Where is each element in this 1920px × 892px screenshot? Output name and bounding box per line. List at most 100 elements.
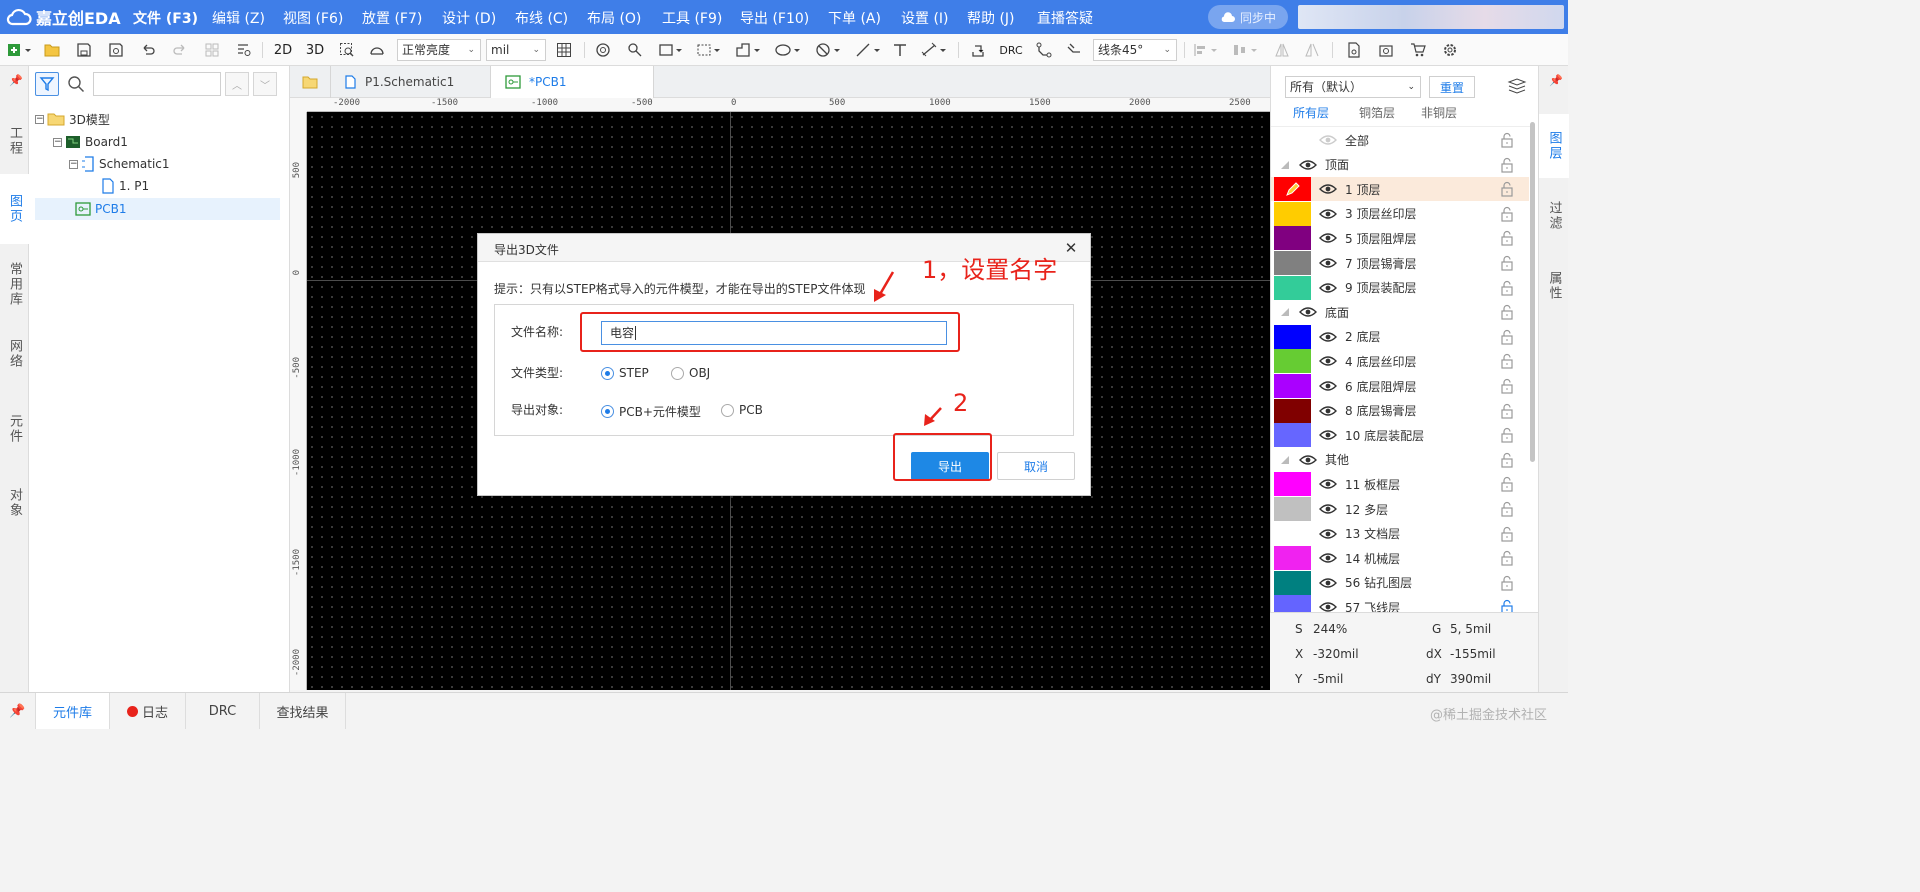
- pin-icon[interactable]: 📌: [9, 74, 23, 87]
- sync-button[interactable]: 同步中: [1208, 5, 1288, 29]
- layer-tab-copper[interactable]: 铜箔层: [1359, 104, 1395, 121]
- tree-item-board1[interactable]: − Board1: [53, 131, 128, 153]
- layer-row[interactable]: 2 底层: [1271, 324, 1529, 349]
- align-button[interactable]: [1190, 38, 1222, 62]
- lock-icon[interactable]: [1499, 476, 1515, 492]
- route-tool-button[interactable]: [1032, 38, 1056, 62]
- eye-icon[interactable]: [1319, 232, 1337, 244]
- reset-button[interactable]: 重置: [1429, 76, 1475, 98]
- menu-settings[interactable]: 设置 (I): [901, 8, 949, 28]
- tab-properties[interactable]: 属性: [1539, 254, 1569, 318]
- layer-color-swatch[interactable]: [1274, 472, 1311, 497]
- eye-icon[interactable]: [1319, 577, 1337, 589]
- layer-row[interactable]: 13 文档层: [1271, 521, 1529, 546]
- save-button[interactable]: [72, 38, 96, 62]
- prev-result-button[interactable]: ︿: [225, 72, 249, 96]
- tab-pages[interactable]: 图页: [0, 174, 29, 244]
- tree-item-schematic1[interactable]: − Schematic1: [69, 153, 170, 175]
- layer-row[interactable]: 7 顶层锡膏层: [1271, 251, 1529, 275]
- tree-item-3d-models[interactable]: − 3D模型: [35, 108, 110, 130]
- lock-icon[interactable]: [1499, 304, 1515, 320]
- tab-pcb1[interactable]: *PCB1: [490, 66, 654, 98]
- eye-icon[interactable]: [1319, 429, 1337, 441]
- lock-icon[interactable]: [1499, 452, 1515, 468]
- menu-live-qa[interactable]: 直播答疑: [1037, 8, 1093, 28]
- layer-group-top[interactable]: 顶面: [1271, 153, 1529, 177]
- tab-nets[interactable]: 网络: [0, 322, 29, 386]
- menu-view[interactable]: 视图 (F6): [283, 8, 343, 28]
- layer-row[interactable]: 9 顶层装配层: [1271, 275, 1529, 300]
- menu-place[interactable]: 放置 (F7): [362, 8, 422, 28]
- next-result-button[interactable]: ﹀: [253, 72, 277, 96]
- eye-icon[interactable]: [1319, 355, 1337, 367]
- layer-row[interactable]: 11 板框层: [1271, 472, 1529, 497]
- ellipse-tool-button[interactable]: [772, 38, 804, 62]
- tab-components[interactable]: 元件: [0, 396, 29, 462]
- tab-drc[interactable]: DRC: [186, 693, 260, 729]
- layer-row[interactable]: 10 底层装配层: [1271, 423, 1529, 448]
- filetype-step-radio[interactable]: STEP: [601, 366, 649, 380]
- layer-color-swatch[interactable]: [1274, 398, 1311, 423]
- new-file-button[interactable]: [4, 38, 36, 62]
- lock-icon[interactable]: [1499, 132, 1515, 148]
- eye-icon[interactable]: [1319, 552, 1337, 564]
- import-changes-button[interactable]: [966, 38, 990, 62]
- layer-row-all[interactable]: 全部: [1271, 128, 1529, 152]
- settings-button[interactable]: [1438, 38, 1462, 62]
- eye-icon[interactable]: [1319, 183, 1337, 195]
- eye-icon[interactable]: [1319, 380, 1337, 392]
- lock-icon[interactable]: [1499, 526, 1515, 542]
- rect-tool-button[interactable]: [656, 38, 686, 62]
- bom-button[interactable]: [1342, 38, 1366, 62]
- collapse-triangle-icon[interactable]: [1281, 455, 1289, 464]
- text-tool-button[interactable]: [890, 38, 910, 62]
- group-button[interactable]: [200, 38, 224, 62]
- eye-icon[interactable]: [1299, 454, 1317, 466]
- cancel-button[interactable]: 取消: [997, 452, 1075, 480]
- layer-preset-select[interactable]: 所有（默认） ⌄: [1285, 76, 1421, 98]
- lock-icon[interactable]: [1499, 403, 1515, 419]
- lock-icon[interactable]: [1499, 206, 1515, 222]
- lock-icon[interactable]: [1499, 501, 1515, 517]
- tab-schematic[interactable]: P1.Schematic1: [330, 66, 490, 98]
- eye-icon[interactable]: [1299, 306, 1317, 318]
- tree-search-input[interactable]: [93, 72, 221, 96]
- unit-select[interactable]: mil ⌄: [486, 39, 546, 61]
- layer-row[interactable]: 3 顶层丝印层: [1271, 201, 1529, 226]
- lock-icon[interactable]: [1499, 157, 1515, 173]
- layer-color-swatch[interactable]: [1274, 226, 1311, 251]
- collapse-triangle-icon[interactable]: [1281, 160, 1289, 169]
- menu-layout[interactable]: 布局 (O): [587, 8, 641, 28]
- project-folder-tab[interactable]: [290, 66, 330, 98]
- dimension-tool-button[interactable]: [918, 38, 950, 62]
- pin-icon[interactable]: 📌: [0, 693, 36, 729]
- lock-icon[interactable]: [1499, 378, 1515, 394]
- open-folder-button[interactable]: [40, 38, 64, 62]
- tab-common-library[interactable]: 常用库: [0, 252, 29, 316]
- layer-row[interactable]: 4 底层丝印层: [1271, 349, 1529, 374]
- layer-color-swatch[interactable]: [1274, 374, 1311, 398]
- lock-icon[interactable]: [1499, 181, 1515, 197]
- tab-component-library[interactable]: 元件库: [36, 693, 110, 729]
- find-list-button[interactable]: [232, 38, 256, 62]
- flip-horizontal-button[interactable]: [1270, 38, 1294, 62]
- layer-row[interactable]: 12 多层: [1271, 497, 1529, 521]
- differential-route-button[interactable]: [1062, 38, 1086, 62]
- menu-help[interactable]: 帮助 (J): [967, 8, 1015, 28]
- view-2d-button[interactable]: 2D: [270, 38, 296, 62]
- layer-color-swatch[interactable]: [1274, 546, 1311, 571]
- tab-filter[interactable]: 过滤: [1539, 184, 1569, 248]
- line-mode-select[interactable]: 线条45° ⌄: [1093, 39, 1177, 61]
- layer-row[interactable]: 8 底层锡膏层: [1271, 398, 1529, 423]
- eye-hidden-icon[interactable]: [1319, 134, 1337, 146]
- save-as-button[interactable]: [104, 38, 128, 62]
- lock-icon[interactable]: [1499, 353, 1515, 369]
- zoom-area-button[interactable]: [336, 38, 358, 62]
- menu-route[interactable]: 布线 (C): [515, 8, 568, 28]
- layer-color-swatch[interactable]: [1274, 201, 1311, 226]
- menu-export[interactable]: 导出 (F10): [740, 8, 809, 28]
- pin-icon[interactable]: 📌: [1549, 74, 1563, 87]
- layer-color-swatch[interactable]: [1274, 177, 1311, 202]
- dashed-rect-tool-button[interactable]: [694, 38, 724, 62]
- filter-button[interactable]: [35, 72, 59, 96]
